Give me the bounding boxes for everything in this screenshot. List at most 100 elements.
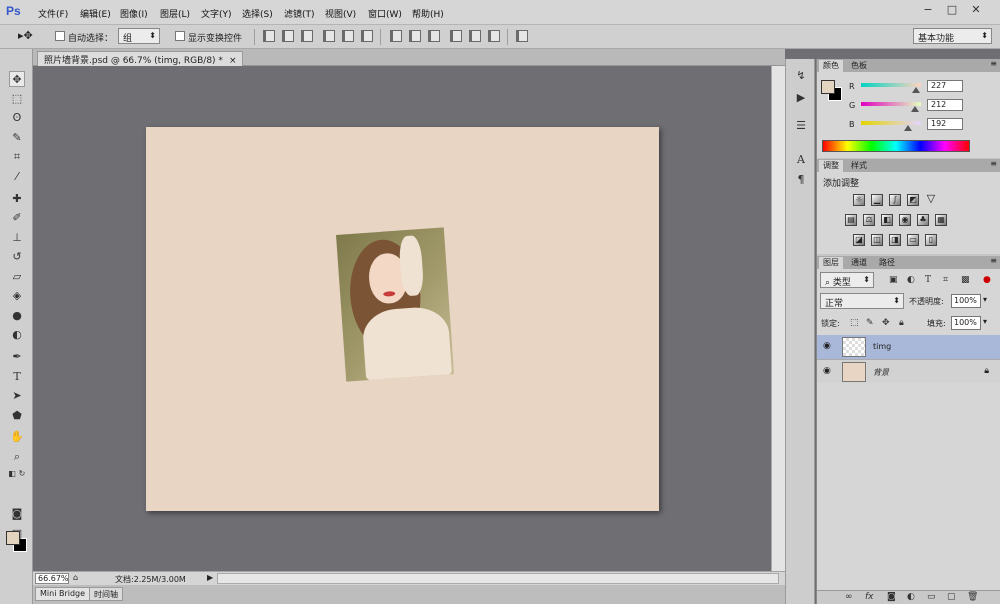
posterize-icon[interactable]: ◫ (871, 234, 883, 246)
menu-image[interactable]: 图像(I) (120, 7, 148, 20)
fill-arrow-icon[interactable]: ▾ (983, 317, 987, 326)
r-slider-thumb[interactable] (912, 87, 920, 93)
align-bottom-icon[interactable] (301, 30, 313, 42)
zoom-field[interactable]: 66.67% (35, 573, 69, 584)
clone-stamp-icon[interactable]: ⊥ (9, 230, 25, 246)
brightness-contrast-icon[interactable]: ☼ (853, 194, 865, 206)
vibrance-icon[interactable]: ▽ (925, 193, 937, 206)
filter-smart-object-icon[interactable]: ▩ (961, 275, 970, 285)
color-spectrum-bar[interactable] (822, 140, 970, 152)
menu-type[interactable]: 文字(Y) (201, 7, 232, 20)
add-mask-icon[interactable]: ◙ (887, 592, 896, 602)
history-panel-icon[interactable]: ↯ (794, 69, 808, 83)
workspace-dropdown[interactable]: 基本功能 ⬍ (913, 28, 992, 44)
dodge-tool-icon[interactable]: ◐ (9, 327, 25, 343)
layer-style-icon[interactable]: fx (865, 592, 874, 602)
invert-icon[interactable]: ◪ (853, 234, 865, 246)
menu-filter[interactable]: 滤镜(T) (284, 7, 315, 20)
crop-tool-icon[interactable]: ⌗ (9, 149, 25, 165)
actions-panel-icon[interactable]: ▶ (794, 91, 808, 105)
color-balance-icon[interactable]: ⚖ (863, 214, 875, 226)
menu-select[interactable]: 选择(S) (242, 7, 273, 20)
g-value[interactable]: 212 (927, 99, 963, 111)
shape-tool-icon[interactable]: ⬟ (9, 408, 25, 424)
align-right-icon[interactable] (361, 30, 373, 42)
properties-panel-icon[interactable]: ☰ (794, 119, 808, 133)
color-fg-swatch[interactable] (821, 80, 835, 94)
filter-pixel-icon[interactable]: ▣ (889, 275, 898, 285)
hue-saturation-icon[interactable]: ▤ (845, 214, 857, 226)
pen-tool-icon[interactable]: ✒ (9, 349, 25, 365)
lock-transparency-icon[interactable]: ⬚ (850, 318, 859, 328)
distribute-vcenter-icon[interactable] (409, 30, 421, 42)
photo-filter-icon[interactable]: ◉ (899, 214, 911, 226)
tab-mini-bridge[interactable]: Mini Bridge (35, 587, 91, 601)
maximize-icon[interactable]: □ (946, 4, 958, 16)
tab-adjustments[interactable]: 调整 (819, 160, 843, 172)
menu-layer[interactable]: 图层(L) (160, 7, 190, 20)
panel-menu-icon[interactable]: ≡ (990, 59, 997, 68)
filter-adjustment-icon[interactable]: ◐ (907, 275, 915, 285)
panel-menu-icon[interactable]: ≡ (990, 159, 997, 168)
horizontal-scrollbar[interactable] (217, 573, 779, 584)
align-vcenter-icon[interactable] (282, 30, 294, 42)
eyedropper-tool-icon[interactable]: ⁄ (9, 169, 25, 185)
auto-select-dropdown[interactable]: 组 ⬍ (118, 28, 160, 44)
tab-timeline[interactable]: 时间轴 (89, 587, 123, 601)
tab-layers[interactable]: 图层 (819, 257, 843, 269)
fill-value[interactable]: 100% (951, 316, 981, 330)
character-panel-icon[interactable]: A (794, 153, 808, 167)
align-hcenter-icon[interactable] (342, 30, 354, 42)
new-group-icon[interactable]: ▭ (927, 592, 936, 602)
tab-paths[interactable]: 路径 (875, 257, 899, 269)
auto-align-icon[interactable] (516, 30, 528, 42)
foreground-color-swatch[interactable] (6, 531, 20, 545)
tab-swatches[interactable]: 色板 (847, 60, 871, 72)
menu-view[interactable]: 视图(V) (325, 7, 356, 20)
show-transform-checkbox[interactable] (175, 31, 185, 41)
panel-menu-icon[interactable]: ≡ (990, 256, 997, 265)
levels-icon[interactable]: ▁ (871, 194, 883, 206)
menu-help[interactable]: 帮助(H) (412, 7, 444, 20)
align-top-icon[interactable] (263, 30, 275, 42)
swap-colors-icon[interactable]: ↻ (14, 466, 30, 482)
minimize-icon[interactable]: − (922, 4, 934, 16)
new-adjustment-icon[interactable]: ◐ (907, 592, 915, 602)
distribute-hcenter-icon[interactable] (469, 30, 481, 42)
layer-row-background[interactable]: ◉ 背景 🔒︎ (817, 359, 1000, 383)
new-layer-icon[interactable]: ▢ (947, 592, 956, 602)
document-canvas[interactable] (146, 127, 659, 511)
link-layers-icon[interactable]: ∞ (845, 592, 853, 602)
black-white-icon[interactable]: ◧ (881, 214, 893, 226)
quick-mask-icon[interactable]: ◙ (9, 506, 25, 522)
tab-styles[interactable]: 样式 (847, 160, 871, 172)
paragraph-panel-icon[interactable]: ¶ (794, 173, 808, 187)
exposure-icon[interactable]: ◩ (907, 194, 919, 206)
lock-pixels-icon[interactable]: ✎ (866, 318, 874, 328)
tab-color[interactable]: 颜色 (819, 60, 843, 72)
r-value[interactable]: 227 (927, 80, 963, 92)
distribute-left-icon[interactable] (450, 30, 462, 42)
history-brush-icon[interactable]: ↺ (9, 249, 25, 265)
lock-all-icon[interactable]: 🔒︎ (899, 318, 904, 328)
auto-select-checkbox[interactable] (55, 31, 65, 41)
distribute-bottom-icon[interactable] (428, 30, 440, 42)
marquee-tool-icon[interactable]: ⬚ (9, 91, 25, 107)
move-tool-icon[interactable]: ✥ (9, 71, 25, 87)
menu-edit[interactable]: 编辑(E) (80, 7, 111, 20)
threshold-icon[interactable]: ◨ (889, 234, 901, 246)
blend-mode-dropdown[interactable]: 正常 ⬍ (820, 293, 904, 309)
layer-name[interactable]: 背景 (873, 367, 889, 378)
color-lookup-icon[interactable]: ▦ (935, 214, 947, 226)
layer-filter-dropdown[interactable]: ⌕ 类型 ⬍ (820, 272, 874, 288)
blur-tool-icon[interactable]: ● (9, 308, 25, 324)
b-slider-thumb[interactable] (904, 125, 912, 131)
opacity-arrow-icon[interactable]: ▾ (983, 295, 987, 304)
canvas-area[interactable] (33, 66, 771, 571)
healing-brush-icon[interactable]: ✚ (9, 191, 25, 207)
brush-tool-icon[interactable]: ✐ (9, 210, 25, 226)
move-tool-preset-icon[interactable]: ▸✥ (18, 29, 33, 42)
curves-icon[interactable]: ∫ (889, 194, 901, 206)
gradient-map-icon[interactable]: ▭ (907, 234, 919, 246)
hand-tool-icon[interactable]: ✋ (9, 429, 25, 445)
